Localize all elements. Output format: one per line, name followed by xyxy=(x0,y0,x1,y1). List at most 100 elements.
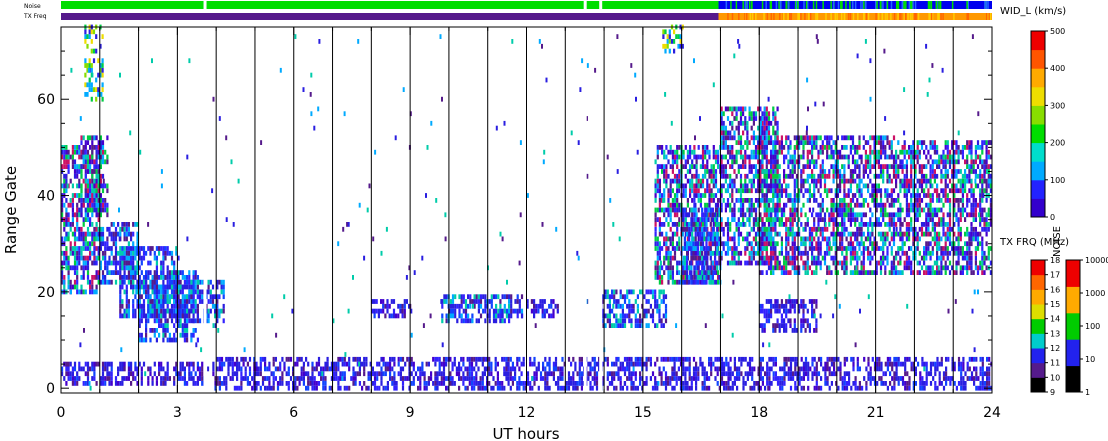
echo-cell xyxy=(127,265,130,271)
echo-cell xyxy=(780,140,783,145)
echo-cell xyxy=(311,376,314,381)
echo-cell xyxy=(471,313,474,319)
echo-cell xyxy=(839,371,842,377)
echo-cell xyxy=(201,361,204,367)
echo-cell xyxy=(132,308,135,314)
echo-cell xyxy=(190,284,193,290)
echo-cell xyxy=(78,366,81,372)
echo-cell xyxy=(724,135,727,141)
txfreq-strip-speck xyxy=(830,13,832,20)
echo-cell xyxy=(921,376,924,381)
echo-cell xyxy=(63,260,66,266)
echo-cell xyxy=(578,371,581,377)
echo-cell xyxy=(761,183,764,189)
echo-cell xyxy=(229,356,232,362)
echo-cell xyxy=(580,376,583,381)
echo-cell xyxy=(587,371,590,377)
echo-cell xyxy=(173,279,176,285)
noise-strip-speck xyxy=(805,1,808,9)
echo-cell xyxy=(313,385,316,391)
echo-cell xyxy=(960,376,963,381)
echo-cell xyxy=(80,198,83,203)
echo-cell xyxy=(173,337,176,343)
echo-cell xyxy=(606,294,609,300)
echo-cell xyxy=(201,381,204,386)
echo-cell xyxy=(716,241,719,247)
echo-cell xyxy=(673,159,677,165)
echo-cell xyxy=(71,198,74,203)
echo-cell xyxy=(142,275,146,280)
echo-cell xyxy=(95,275,98,280)
echo-cell xyxy=(86,169,90,174)
echo-cell xyxy=(748,106,751,112)
echo-cell xyxy=(649,361,652,367)
echo-cell xyxy=(218,279,221,285)
echo-cell xyxy=(693,193,696,198)
echo-cell xyxy=(770,178,773,184)
echo-cell xyxy=(438,366,441,372)
echo-cell xyxy=(711,207,714,213)
echo-cell xyxy=(397,356,400,362)
echo-cell xyxy=(663,173,666,179)
echo-cell xyxy=(181,328,184,333)
echo-cell xyxy=(780,241,783,247)
echo-cell xyxy=(382,303,385,309)
echo-cell xyxy=(80,140,83,145)
echo-cell xyxy=(722,130,725,136)
echo-cell xyxy=(119,366,122,372)
echo-cell xyxy=(421,361,424,367)
echo-cell xyxy=(766,381,769,386)
echo-cell xyxy=(729,193,732,198)
echo-cell xyxy=(337,376,340,381)
echo-cell xyxy=(179,279,182,285)
echo-cell xyxy=(188,284,191,290)
echo-cell xyxy=(726,188,730,194)
echo-cell xyxy=(86,212,90,218)
echo-cell xyxy=(667,207,670,213)
echo-cell xyxy=(867,361,870,367)
echo-cell xyxy=(765,135,768,141)
echo-cell xyxy=(975,385,978,391)
echo-cell xyxy=(661,207,664,213)
txfreq-strip-speck xyxy=(809,13,812,20)
echo-cell xyxy=(268,366,271,372)
echo-cell xyxy=(183,275,186,280)
echo-cell xyxy=(695,178,698,184)
echo-cell xyxy=(856,356,859,362)
echo-cell xyxy=(119,284,122,290)
echo-cell xyxy=(826,381,829,386)
echo-cell xyxy=(227,356,230,362)
echo-cell xyxy=(86,154,90,160)
echo-cell xyxy=(727,385,730,391)
echo-cell xyxy=(443,299,446,304)
echo-cell xyxy=(703,226,706,232)
echo-cell xyxy=(785,255,788,261)
echo-cell xyxy=(65,255,68,261)
echo-cell xyxy=(371,371,374,377)
echo-cell xyxy=(73,255,77,261)
echo-cell xyxy=(140,279,143,285)
echo-cell xyxy=(248,371,252,377)
echo-cell xyxy=(82,198,85,203)
echo-cell xyxy=(737,217,740,222)
echo-cell xyxy=(783,145,786,150)
echo-cell xyxy=(246,376,249,381)
echo-cell xyxy=(508,303,511,309)
echo-cell xyxy=(117,381,120,386)
echo-cell xyxy=(656,217,659,222)
echo-cell xyxy=(166,275,169,280)
echo-cell xyxy=(76,284,79,290)
echo-cell xyxy=(218,366,221,372)
echo-cell xyxy=(661,279,664,285)
echo-cell xyxy=(957,356,961,362)
echo-cell xyxy=(716,265,719,271)
echo-cell xyxy=(496,381,499,386)
echo-cell xyxy=(389,366,392,372)
echo-cell xyxy=(91,193,94,198)
echo-cell xyxy=(166,279,169,285)
echo-cell xyxy=(658,275,661,280)
noise-strip-speck xyxy=(875,1,877,9)
echo-cell xyxy=(272,371,275,377)
echo-cell xyxy=(132,284,135,290)
echo-cell xyxy=(739,202,743,208)
